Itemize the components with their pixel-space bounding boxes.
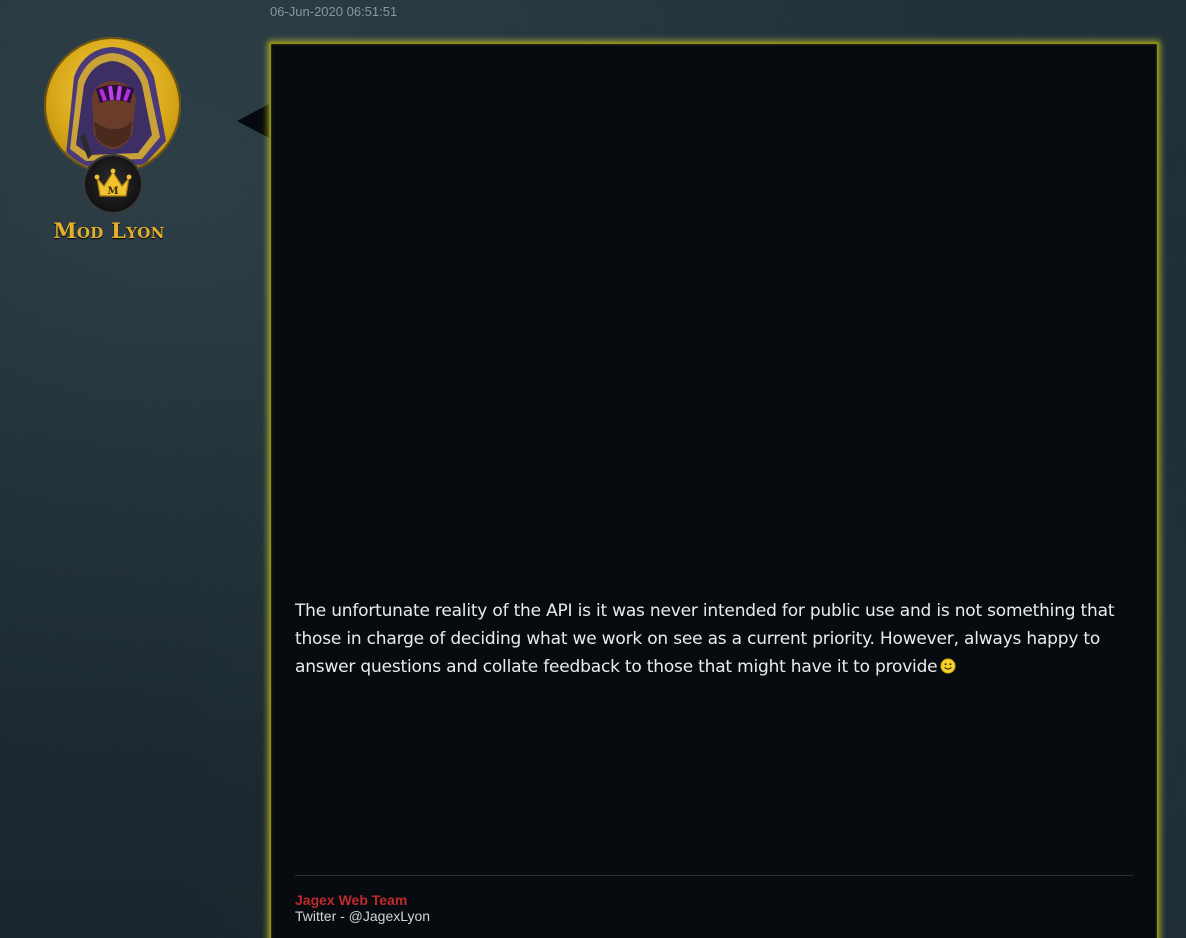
speech-bubble-tail — [237, 103, 271, 139]
crown-icon: M — [94, 168, 132, 197]
signature-divider — [295, 875, 1133, 876]
hooded-avatar-icon — [66, 47, 166, 167]
author-avatar[interactable] — [44, 37, 181, 174]
author-name[interactable]: Mod Lyon — [0, 218, 218, 243]
signature-twitter: Twitter - @JagexLyon — [295, 908, 431, 924]
moderator-badge: M — [85, 156, 141, 212]
post-body-text: The unfortunate reality of the API is it… — [295, 601, 1115, 677]
smiley-icon — [940, 655, 957, 674]
badge-letter: M — [107, 186, 118, 197]
signature-team: Jagex Web Team — [295, 892, 408, 908]
post-content-box: The unfortunate reality of the API is it… — [269, 42, 1159, 938]
post-body: The unfortunate reality of the API is it… — [295, 597, 1115, 681]
post-timestamp: 06-Jun-2020 06:51:51 — [270, 4, 398, 19]
author-panel: M Mod Lyon — [0, 0, 225, 260]
